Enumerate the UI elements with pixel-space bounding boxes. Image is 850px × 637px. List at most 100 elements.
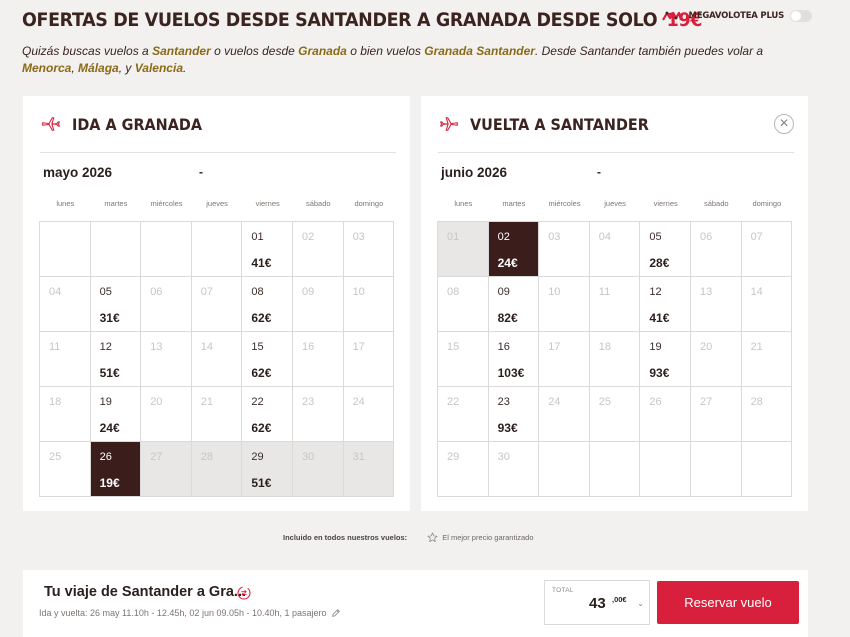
calendar-day-cell: 25: [589, 387, 641, 442]
return-title: VUELTA A SANTANDER: [470, 114, 649, 134]
day-number: 05: [649, 231, 662, 243]
page-title-text: OFERTAS DE VUELOS DESDE SANTANDER A GRAN…: [22, 9, 658, 31]
day-number: 04: [49, 286, 62, 298]
close-icon[interactable]: ✕: [774, 114, 794, 134]
calendar-day-cell[interactable]: 22 62€: [242, 387, 293, 442]
weekday-label: domingo: [354, 199, 384, 208]
calendar-day-cell[interactable]: 02 24€: [488, 222, 540, 277]
outbound-calendar-panel: IDA A GRANADA mayo 2026 - lunes martes mié…: [23, 96, 410, 511]
day-number: 09: [301, 286, 315, 298]
day-price: 93€: [497, 421, 518, 435]
calendar-empty-cell: [40, 222, 91, 277]
calendar-day-cell[interactable]: 15 62€: [242, 332, 293, 387]
calendar-day-cell: 04: [40, 277, 91, 332]
calendar-day-cell: 07: [191, 277, 243, 332]
calendar-day-cell: 03: [343, 222, 395, 277]
total-cents: ,00€: [612, 595, 627, 604]
day-number: 11: [49, 341, 61, 353]
weekday-label: martes: [502, 199, 526, 208]
divider: [40, 152, 396, 153]
divider: [438, 152, 794, 153]
day-price: 93€: [649, 366, 670, 380]
calendar-day-cell[interactable]: 12 41€: [640, 277, 691, 332]
total-label: TOTAL: [552, 587, 574, 594]
month-dropdown-icon: -: [597, 165, 601, 179]
outbound-month-label: mayo 2026: [43, 164, 113, 180]
guarantee-bar: Incluido en todos nuestros vuelos: El me…: [283, 532, 533, 543]
total-amount: 43: [589, 595, 606, 612]
day-number: 14: [200, 341, 214, 353]
day-number: 29: [251, 451, 264, 463]
return-calendar-grid: 01 02 24€ 03 04 05 28€ 06 07 08 09 82€ 10 11 12 41€ 13 14…: [437, 221, 793, 497]
month-dropdown-icon: -: [199, 165, 203, 179]
day-number: 13: [150, 341, 163, 353]
outbound-month-selector[interactable]: mayo 2026 -: [43, 162, 203, 182]
calendar-day-cell[interactable]: 29 51€: [242, 442, 293, 497]
calendar-day-cell: 23: [292, 387, 344, 442]
day-number: 12: [99, 341, 112, 353]
calendar-day-cell: 20: [141, 387, 192, 442]
calendar-day-cell[interactable]: 12 51€: [90, 332, 142, 387]
outbound-title: IDA A GRANADA: [72, 114, 202, 134]
day-number: 02: [497, 231, 510, 243]
day-number: 15: [251, 341, 264, 353]
swap-icon[interactable]: [236, 585, 252, 601]
calendar-day-cell[interactable]: 05 28€: [640, 222, 691, 277]
day-number: 15: [447, 341, 460, 353]
day-number: 30: [497, 451, 510, 463]
calendar-day-cell: 30: [488, 442, 540, 497]
return-month-label: junio 2026: [441, 164, 508, 180]
plane-icon: [42, 117, 60, 131]
calendar-empty-cell: [191, 222, 243, 277]
day-number: 22: [447, 396, 460, 408]
day-number: 19: [99, 396, 112, 408]
day-price: 24€: [99, 421, 120, 435]
calendar-day-cell[interactable]: 01 41€: [242, 222, 293, 277]
calendar-day-cell: 20: [690, 332, 742, 387]
megavolotea-plus-switch[interactable]: [790, 10, 812, 22]
day-price: 82€: [497, 311, 518, 325]
calendar-day-cell: 06: [141, 277, 192, 332]
calendar-day-cell[interactable]: 08 62€: [242, 277, 293, 332]
day-number: 27: [699, 396, 713, 408]
day-number: 16: [497, 341, 510, 353]
calendar-day-cell[interactable]: 26 19€: [90, 442, 142, 497]
pencil-icon[interactable]: [331, 608, 341, 618]
star-icon: [427, 532, 438, 542]
link-valencia[interactable]: Valencia: [135, 61, 183, 75]
calendar-day-cell[interactable]: 05 31€: [90, 277, 142, 332]
calendar-day-cell: 15: [438, 332, 489, 387]
day-price: 41€: [251, 256, 272, 270]
calendar-day-cell[interactable]: 16 103€: [488, 332, 540, 387]
trip-details: Ida y vuelta: 26 may 11.10h - 12.45h, 02…: [39, 608, 341, 618]
calendar-day-cell: 11: [40, 332, 91, 387]
link-menorca[interactable]: Menorca: [22, 61, 71, 75]
total-price-selector[interactable]: TOTAL 43 ,00€ ⌄: [544, 580, 650, 625]
day-number: 09: [497, 286, 510, 298]
calendar-day-cell[interactable]: 09 82€: [488, 277, 540, 332]
day-number: 18: [49, 396, 62, 408]
return-month-selector[interactable]: junio 2026 -: [441, 162, 601, 182]
calendar-day-cell[interactable]: 23 93€: [488, 387, 540, 442]
book-flight-button[interactable]: Reservar vuelo: [657, 581, 799, 624]
calendar-day-cell: 18: [40, 387, 91, 442]
link-granada-santander[interactable]: Granada Santander: [424, 44, 535, 58]
link-malaga[interactable]: Málaga: [78, 61, 119, 75]
megavolotea-plus-toggle[interactable]: MEGAVOLOTEA PLUS: [662, 10, 812, 22]
weekday-label: miércoles: [548, 199, 581, 208]
day-number: 20: [699, 341, 713, 353]
link-granada[interactable]: Granada: [298, 44, 347, 58]
calendar-empty-cell: [741, 442, 793, 497]
calendar-empty-cell: [141, 222, 192, 277]
day-number: 06: [150, 286, 163, 298]
calendar-empty-cell: [640, 442, 691, 497]
day-number: 08: [251, 286, 264, 298]
day-number: 26: [99, 451, 112, 463]
day-price: 103€: [497, 366, 525, 380]
day-number: 17: [548, 341, 561, 353]
day-number: 16: [301, 341, 315, 353]
day-number: 03: [352, 231, 365, 243]
calendar-day-cell[interactable]: 19 24€: [90, 387, 142, 442]
calendar-day-cell[interactable]: 19 93€: [640, 332, 691, 387]
link-santander[interactable]: Santander: [152, 44, 211, 58]
